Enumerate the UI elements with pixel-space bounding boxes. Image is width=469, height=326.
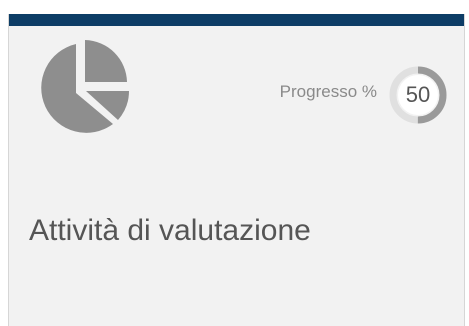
tile-accent-bar	[9, 14, 464, 26]
page: Progresso % 50 Attività di valutazione	[0, 0, 469, 326]
tile-title: Attività di valutazione	[29, 214, 311, 247]
evaluation-activity-tile[interactable]: Progresso % 50 Attività di valutazione	[8, 14, 465, 326]
progress-label: Progresso %	[279, 82, 377, 101]
progress-value: 50	[405, 82, 431, 107]
pie-chart-icon	[41, 40, 129, 133]
